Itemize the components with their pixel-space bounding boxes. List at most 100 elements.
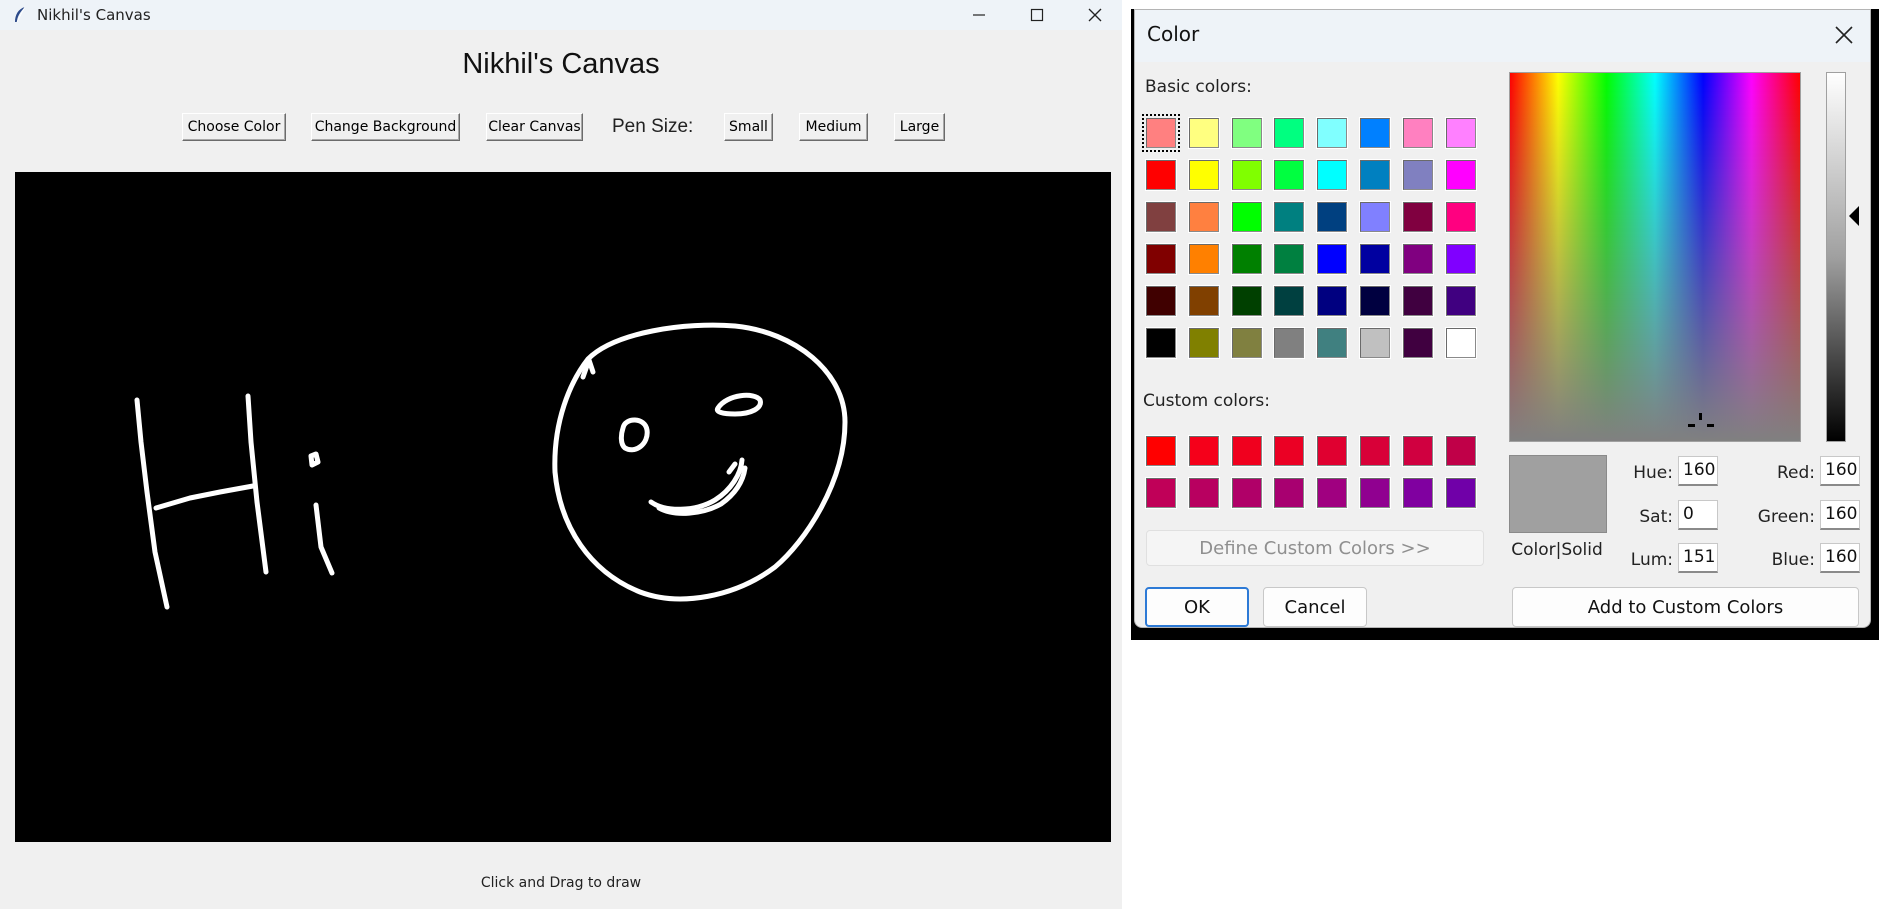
basic-color-swatch-39[interactable] <box>1401 285 1434 317</box>
basic-color-swatch-28[interactable] <box>1273 243 1306 275</box>
choose-color-button[interactable]: Choose Color <box>182 113 286 141</box>
basic-color-swatch-3[interactable] <box>1230 117 1263 149</box>
dialog-close-icon[interactable] <box>1832 23 1856 47</box>
stroke-i-stem <box>313 502 335 576</box>
pen-small-button[interactable]: Small <box>724 113 773 141</box>
basic-color-swatch-44[interactable] <box>1273 327 1306 359</box>
custom-color-swatch-11[interactable] <box>1230 477 1263 509</box>
basic-color-swatch-22[interactable] <box>1359 201 1391 233</box>
basic-color-swatch-18[interactable] <box>1187 201 1220 233</box>
add-to-custom-colors-button[interactable]: Add to Custom Colors <box>1512 587 1859 627</box>
lum-field[interactable]: 151 <box>1678 543 1718 573</box>
cancel-button[interactable]: Cancel <box>1263 587 1367 627</box>
basic-color-swatch-8[interactable] <box>1444 117 1477 149</box>
custom-color-swatch-2[interactable] <box>1187 435 1220 467</box>
basic-color-swatch-40[interactable] <box>1444 285 1477 317</box>
basic-color-swatch-13[interactable] <box>1316 159 1349 191</box>
red-field[interactable]: 160 <box>1820 456 1860 486</box>
basic-color-swatch-9[interactable] <box>1145 159 1177 191</box>
basic-color-swatch-47[interactable] <box>1401 327 1434 359</box>
sat-field[interactable]: 0 <box>1678 500 1718 530</box>
basic-color-swatch-35[interactable] <box>1230 285 1263 317</box>
basic-color-swatch-1[interactable] <box>1142 114 1180 152</box>
luminosity-arrow-icon[interactable] <box>1849 206 1859 226</box>
custom-color-swatch-3[interactable] <box>1230 435 1263 467</box>
basic-color-swatch-42[interactable] <box>1187 327 1220 359</box>
basic-color-swatch-31[interactable] <box>1401 243 1434 275</box>
pen-size-label: Pen Size: <box>612 116 694 137</box>
basic-color-swatch-37[interactable] <box>1316 285 1349 317</box>
custom-color-swatch-6[interactable] <box>1359 435 1391 467</box>
basic-color-swatch-25[interactable] <box>1145 243 1177 275</box>
stroke-smile-3 <box>726 461 738 475</box>
basic-color-swatch-23[interactable] <box>1401 201 1434 233</box>
basic-color-swatch-26[interactable] <box>1187 243 1220 275</box>
basic-color-swatch-17[interactable] <box>1145 201 1177 233</box>
page-title: Nikhil's Canvas <box>462 48 660 80</box>
blue-field[interactable]: 160 <box>1820 543 1860 573</box>
basic-color-swatch-41[interactable] <box>1145 327 1177 359</box>
custom-color-swatch-9[interactable] <box>1145 477 1177 509</box>
basic-color-swatch-15[interactable] <box>1401 159 1434 191</box>
pen-medium-button[interactable]: Medium <box>799 113 868 141</box>
basic-color-swatch-12[interactable] <box>1273 159 1306 191</box>
color-spectrum[interactable] <box>1509 72 1801 442</box>
pen-large-button[interactable]: Large <box>894 113 945 141</box>
basic-color-swatch-21[interactable] <box>1316 201 1349 233</box>
basic-color-swatch-45[interactable] <box>1316 327 1349 359</box>
minimize-button[interactable] <box>950 0 1008 30</box>
basic-color-swatch-2[interactable] <box>1187 117 1220 149</box>
color-solid-label: Color|Solid <box>1511 540 1603 560</box>
basic-color-swatch-6[interactable] <box>1359 117 1391 149</box>
basic-color-swatch-30[interactable] <box>1359 243 1391 275</box>
clear-canvas-button[interactable]: Clear Canvas <box>486 113 583 141</box>
custom-color-swatch-13[interactable] <box>1316 477 1349 509</box>
define-custom-colors-button[interactable]: Define Custom Colors >> <box>1146 530 1484 566</box>
basic-color-swatch-19[interactable] <box>1230 201 1263 233</box>
maximize-button[interactable] <box>1008 0 1066 30</box>
basic-color-swatch-46[interactable] <box>1359 327 1391 359</box>
basic-color-swatch-24[interactable] <box>1444 201 1477 233</box>
custom-color-swatch-4[interactable] <box>1273 435 1306 467</box>
ok-button[interactable]: OK <box>1145 587 1249 627</box>
custom-color-swatch-7[interactable] <box>1401 435 1434 467</box>
basic-color-swatch-34[interactable] <box>1187 285 1220 317</box>
basic-color-swatch-33[interactable] <box>1145 285 1177 317</box>
basic-color-swatch-20[interactable] <box>1273 201 1306 233</box>
hue-field[interactable]: 160 <box>1678 456 1718 486</box>
green-field[interactable]: 160 <box>1820 500 1860 530</box>
custom-color-swatch-8[interactable] <box>1444 435 1477 467</box>
stroke-eye-left <box>618 417 650 453</box>
feather-icon <box>15 6 26 23</box>
drawing-canvas[interactable] <box>15 172 1111 842</box>
custom-colors-label: Custom colors: <box>1143 391 1270 411</box>
basic-color-swatch-14[interactable] <box>1359 159 1391 191</box>
basic-color-swatch-16[interactable] <box>1444 159 1477 191</box>
custom-color-swatch-12[interactable] <box>1273 477 1306 509</box>
dialog-title-bar: Color <box>1135 10 1870 62</box>
basic-color-swatch-5[interactable] <box>1316 117 1349 149</box>
basic-color-swatch-32[interactable] <box>1444 243 1477 275</box>
close-button[interactable] <box>1066 0 1124 30</box>
custom-color-swatch-14[interactable] <box>1359 477 1391 509</box>
custom-color-swatch-5[interactable] <box>1316 435 1349 467</box>
basic-color-swatch-36[interactable] <box>1273 285 1306 317</box>
color-dialog: Color Basic colors: Custom colors: Defin… <box>1134 9 1871 628</box>
basic-color-swatch-27[interactable] <box>1230 243 1263 275</box>
basic-color-swatch-4[interactable] <box>1273 117 1306 149</box>
luminosity-slider[interactable] <box>1826 72 1846 442</box>
change-background-button[interactable]: Change Background <box>311 113 460 141</box>
custom-color-swatch-1[interactable] <box>1145 435 1177 467</box>
custom-color-swatch-10[interactable] <box>1187 477 1220 509</box>
basic-color-swatch-48[interactable] <box>1444 327 1477 359</box>
basic-color-swatch-38[interactable] <box>1359 285 1391 317</box>
custom-color-swatch-16[interactable] <box>1444 477 1477 509</box>
custom-color-swatch-15[interactable] <box>1401 477 1434 509</box>
basic-color-swatch-43[interactable] <box>1230 327 1263 359</box>
basic-color-swatch-11[interactable] <box>1230 159 1263 191</box>
basic-color-swatch-7[interactable] <box>1401 117 1434 149</box>
basic-color-swatch-29[interactable] <box>1316 243 1349 275</box>
green-label: Green: <box>1757 507 1815 527</box>
basic-color-swatch-10[interactable] <box>1187 159 1220 191</box>
stroke-h-bar <box>153 483 256 511</box>
